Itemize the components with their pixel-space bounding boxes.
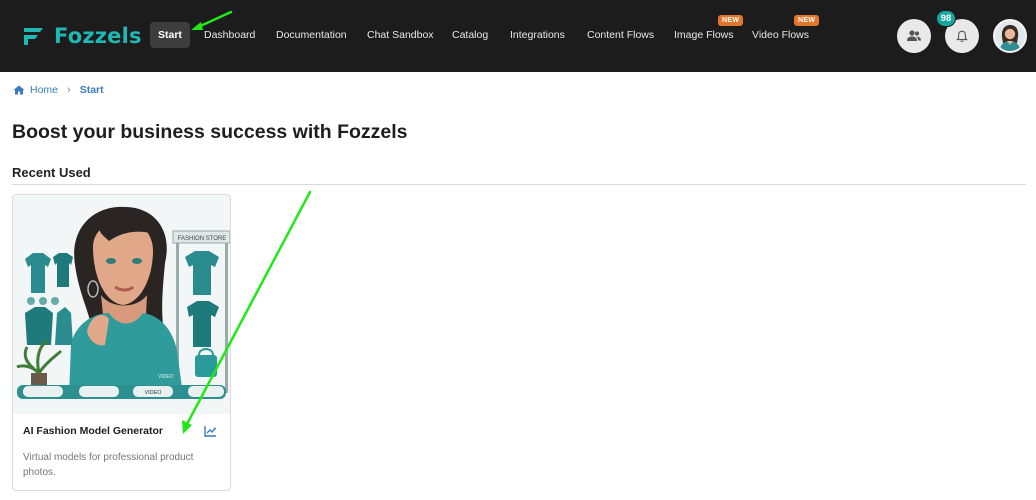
top-navigation-bar: Fozzels Start Dashboard Documentation Ch… <box>0 0 1036 72</box>
breadcrumb-home-label: Home <box>30 84 59 96</box>
breadcrumb-home[interactable]: Home <box>13 84 58 96</box>
fashion-illustration: FASHION STORE VIDEO VIDEO <box>13 195 230 414</box>
nav-label: Start <box>158 29 182 41</box>
page-title: Boost your business success with Fozzels <box>12 121 408 143</box>
nav-item-dashboard[interactable]: Dashboard <box>204 22 255 48</box>
card-image: FASHION STORE VIDEO VIDEO <box>13 195 230 414</box>
nav-item-catalog[interactable]: Catalog <box>452 22 488 48</box>
fozzels-logo[interactable]: Fozzels <box>22 24 142 48</box>
logo-mark-icon <box>24 28 43 45</box>
nav-label: Dashboard <box>204 29 256 41</box>
nav-label: Content Flows <box>587 29 655 41</box>
image-video-label: VIDEO <box>144 390 162 396</box>
team-button[interactable] <box>897 19 931 53</box>
nav-item-image-flows[interactable]: NEW Image Flows <box>674 15 744 48</box>
store-sign-text: FASHION STORE <box>178 236 227 242</box>
nav-item-start[interactable]: Start <box>150 22 190 48</box>
svg-text:VIDEO: VIDEO <box>158 374 174 380</box>
card-title: AI Fashion Model Generator <box>23 425 164 437</box>
nav-item-documentation[interactable]: Documentation <box>276 22 347 48</box>
card-description: Virtual models for professional product … <box>23 452 194 478</box>
nav-item-integrations[interactable]: Integrations <box>510 22 565 48</box>
nav-item-video-flows[interactable]: NEW Video Flows <box>752 15 820 48</box>
users-icon <box>907 30 921 41</box>
bell-icon <box>956 30 968 42</box>
nav-label: Image Flows <box>674 29 734 41</box>
logo-text: Fozzels <box>54 24 142 48</box>
new-badge: NEW <box>718 15 744 26</box>
breadcrumb-current: Start <box>79 84 104 96</box>
new-badge: NEW <box>794 15 820 26</box>
nav-label: Integrations <box>510 29 565 41</box>
avatar-image <box>995 21 1025 51</box>
breadcrumb: Home › Start <box>13 84 104 96</box>
nav-item-content-flows[interactable]: Content Flows <box>587 22 654 48</box>
nav-label: Documentation <box>276 29 347 41</box>
notification-count-badge: 98 <box>936 10 956 27</box>
breadcrumb-chevron-icon: › <box>67 84 71 96</box>
section-title-recent-used: Recent Used <box>12 165 91 180</box>
analytics-chart-icon[interactable] <box>204 425 217 437</box>
nav-item-chat-sandbox[interactable]: Chat Sandbox <box>367 22 434 48</box>
card-ai-fashion-model-generator[interactable]: FASHION STORE VIDEO VIDEO AI Fashion Mod… <box>12 194 231 491</box>
section-divider <box>12 184 1026 185</box>
user-avatar[interactable] <box>993 19 1027 53</box>
nav-label: Chat Sandbox <box>367 29 434 41</box>
nav-label: Catalog <box>452 29 489 41</box>
nav-label: Video Flows <box>752 29 810 41</box>
home-icon <box>13 85 25 95</box>
